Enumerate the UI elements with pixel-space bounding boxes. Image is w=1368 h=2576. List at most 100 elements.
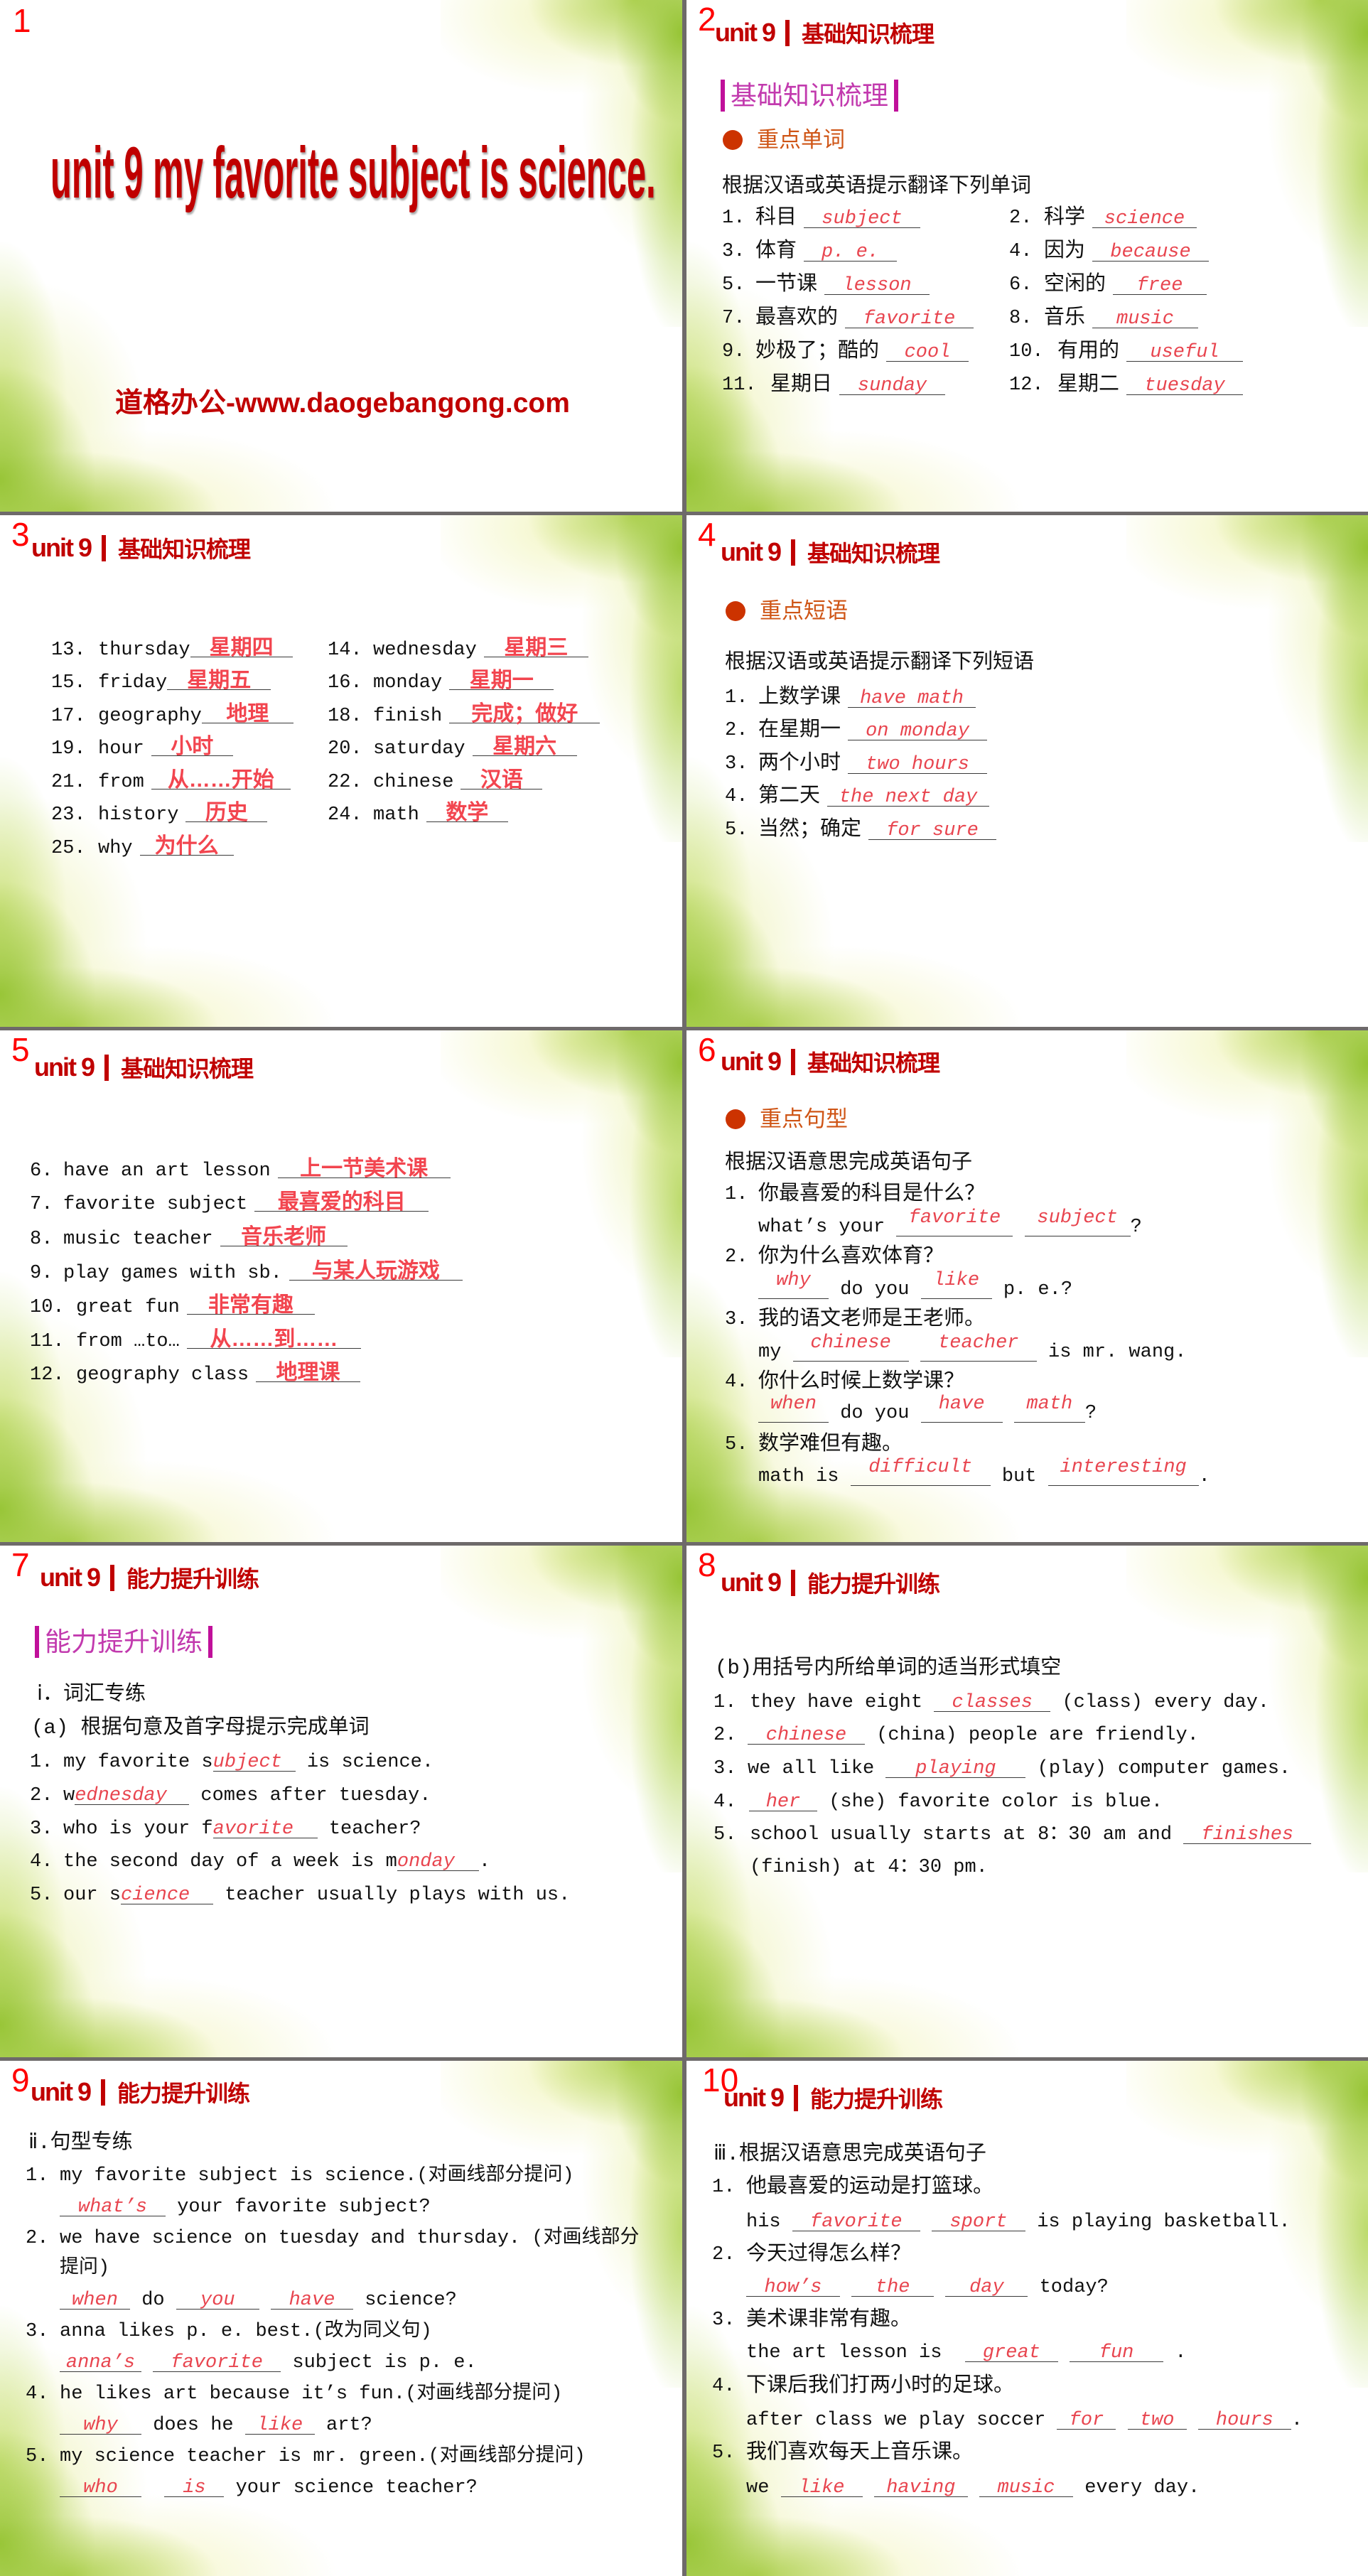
sentence-answer-row: we like having music every day.: [686, 2474, 1368, 2502]
item-prompt: monday: [373, 672, 443, 694]
unit-label: unit 9: [715, 18, 776, 47]
item-prompt: why: [98, 838, 133, 859]
answer-blank: why: [758, 1271, 829, 1299]
sentence-text: art?: [314, 2415, 372, 2436]
header-divider: [791, 1048, 795, 1075]
vocab-item: saturday 星期六: [373, 735, 577, 763]
sentence-text: [840, 2277, 851, 2298]
sentence-text: we all like: [748, 1758, 886, 1779]
question-row: 5. my science teacher is mr. green.(对画线部…: [0, 2442, 682, 2471]
exercise-row: 1. they have eight classes (class) every…: [686, 1688, 1368, 1717]
english-sentence: his favorite sport is playing basketball…: [746, 2208, 1291, 2236]
answer-blank: onday: [397, 1853, 479, 1872]
answer-text: subject: [822, 208, 903, 230]
answer-text: playing: [915, 1758, 996, 1779]
sentence-text: teacher?: [317, 1818, 421, 1840]
sentence-text: [1058, 2342, 1070, 2364]
item-prompt: music teacher: [63, 1229, 213, 1250]
item-prompt: history: [98, 804, 179, 826]
answer-text: 从……开始: [167, 768, 274, 792]
response-sentence: who is your science teacher?: [60, 2474, 478, 2502]
vocab-item: thursday 星期四: [98, 636, 293, 664]
answer-text: her: [765, 1791, 801, 1813]
item-prompt: 科目: [755, 206, 797, 230]
answer-blank: tuesday: [1126, 377, 1244, 396]
banner-bar-right: [894, 80, 898, 112]
phrase-item: 第二天 the next day: [758, 782, 990, 812]
item-number: 4.: [725, 1371, 748, 1393]
english-sentence: the art lesson is great fun .: [746, 2339, 1186, 2367]
sentence-answer-row: why do you like p. e.?: [686, 1271, 1368, 1304]
answer-text: like: [933, 1270, 980, 1291]
item-prompt: wednesday: [373, 640, 477, 661]
item-prompt: 最喜欢的: [755, 306, 839, 330]
answer-blank: 音乐老师: [220, 1227, 348, 1248]
phrase-item: 在星期一 on monday: [758, 716, 988, 745]
answer-text: 星期四: [209, 636, 274, 659]
item-prompt: hour: [98, 738, 144, 760]
item-number: 16.: [328, 672, 362, 694]
answer-text: sport: [949, 2211, 1008, 2233]
item-number: 22.: [328, 772, 362, 793]
response-sentence: what’s your favorite subject?: [60, 2193, 431, 2221]
exercise-part-title: ⅱ.句型专练: [28, 2131, 133, 2155]
answer-text: difficult: [868, 1457, 973, 1478]
answer-text: ednesday: [75, 1785, 167, 1806]
item-number: 9.: [722, 341, 745, 362]
answer-blank: p. e.: [804, 243, 898, 262]
item-number: 1.: [30, 1752, 53, 1773]
exercise-row: 4. her (she) favorite color is blue.: [686, 1788, 1368, 1816]
slide-header: unit 9 基础知识梳理: [721, 1046, 940, 1077]
answer-text: how’s: [764, 2277, 822, 2298]
vocab-item: history 历史: [98, 801, 268, 829]
item-prompt: saturday: [373, 738, 465, 760]
item-prompt: 星期日: [770, 373, 833, 397]
item-prompt: great fun: [76, 1297, 180, 1318]
answer-text: ubject: [212, 1752, 282, 1773]
vocab-row: 21. from 从……开始 22. chinese 汉语: [0, 768, 682, 797]
answer-blank: anna’s: [60, 2354, 141, 2373]
vocab-item: finish 完成；做好: [373, 702, 600, 731]
vocab-row: 17. geography 地理 18. finish 完成；做好: [0, 702, 682, 731]
slide-header: unit 9 能力提升训练: [721, 1567, 940, 1598]
chinese-sentence: 今天过得怎么样？: [746, 2243, 912, 2266]
vocab-item: 星期二 tuesday: [1057, 371, 1244, 400]
response-row: who is your science teacher?: [0, 2474, 682, 2502]
unit-label: unit 9: [34, 1052, 95, 1082]
sentence-answer-row: my chinese teacher is mr. wang.: [686, 1334, 1368, 1367]
answer-blank: hours: [1197, 2411, 1291, 2430]
sentence-text: [259, 2290, 271, 2311]
chinese-sentence: 他最喜爱的运动是打篮球。: [746, 2175, 994, 2199]
exercise-row: 2. wednesday comes after tuesday.: [0, 1782, 682, 1810]
answer-text: teacher: [938, 1332, 1019, 1354]
sentence-text: ?: [1084, 1403, 1097, 1424]
item-number: 3.: [725, 753, 748, 775]
answer-text: 汉语: [480, 768, 523, 792]
answer-blank: ubject: [212, 1752, 296, 1773]
item-number: 12.: [1009, 374, 1044, 396]
question-text: my favorite subject is science.(对画线部分提问): [60, 2165, 574, 2187]
slide-10: 10 unit 9 能力提升训练 ⅲ.根据汉语意思完成英语句子 1. 他最喜爱的…: [686, 2061, 1368, 2576]
vocab-item: from 从……开始: [98, 768, 291, 797]
phrase-item: have an art lesson 上一节美术课: [63, 1157, 451, 1185]
answer-blank: the next day: [827, 788, 990, 807]
sentence-text: (she) favorite color is blue.: [817, 1791, 1163, 1813]
subheading-text: 重点句型: [760, 1106, 848, 1131]
item-number: 5.: [712, 2442, 736, 2464]
sentence-prompt-row: 2. 今天过得怎么样？: [686, 2241, 1368, 2269]
answer-blank: on monday: [848, 722, 988, 741]
sentence-text: do: [130, 2290, 176, 2311]
answer-text: when: [770, 1394, 817, 1415]
answer-blank: music: [979, 2479, 1074, 2498]
answer-blank: music: [1092, 310, 1199, 329]
answer-blank: having: [873, 2479, 968, 2498]
answer-blank: 上一节美术课: [277, 1158, 451, 1180]
vocab-item: 科学 science: [1044, 204, 1197, 233]
vocab-item: geography 地理: [98, 702, 293, 731]
answer-text: 星期五: [187, 669, 252, 692]
exercise-sentence: my favorite subject is science.: [63, 1748, 433, 1777]
answer-blank: classes: [934, 1693, 1051, 1713]
answer-blank: you: [176, 2291, 259, 2310]
item-prompt: 空闲的: [1044, 273, 1106, 296]
item-prompt: 第二天: [758, 785, 821, 808]
